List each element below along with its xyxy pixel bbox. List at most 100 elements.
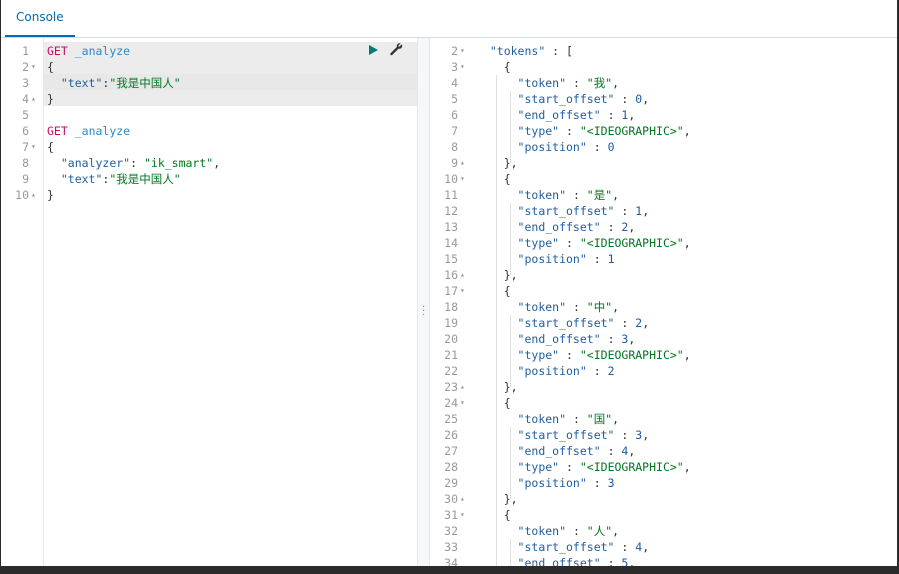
fold-toggle-icon[interactable]: ▴ xyxy=(460,267,470,283)
response-line-number: 7 xyxy=(451,124,458,138)
response-code-line: "end_offset" : 4, xyxy=(517,444,636,458)
wrench-icon[interactable] xyxy=(389,42,403,56)
response-code-line: { xyxy=(476,284,511,298)
response-line-number: 25 xyxy=(444,412,458,426)
response-line-number: 27 xyxy=(444,444,458,458)
request-line-number: 1 xyxy=(22,44,29,58)
request-code-line: GET _analyze xyxy=(47,124,131,138)
request-line-number: 7 xyxy=(22,140,29,154)
response-code-line: "end_offset" : 2, xyxy=(517,220,636,234)
response-line-number: 31 xyxy=(444,508,458,522)
response-line-number: 6 xyxy=(451,108,458,122)
response-line-number: 18 xyxy=(444,300,458,314)
request-code-line: { xyxy=(47,60,54,74)
request-code-line: GET _analyze xyxy=(47,44,131,58)
response-line-number: 29 xyxy=(444,476,458,490)
response-line-number: 34 xyxy=(444,556,458,566)
fold-toggle-icon[interactable]: ▴ xyxy=(460,491,470,507)
response-line-number: 33 xyxy=(444,540,458,554)
response-code-line: }, xyxy=(476,380,518,394)
console-window: Console 1 2 ▾ 3 4 ▴ 5 6 7 ▾ 8 9 10 ▴ GET _analyze{ "t… xyxy=(1,0,897,566)
request-code-line: } xyxy=(47,188,54,202)
response-line-number: 4 xyxy=(451,76,458,90)
pane-resizer[interactable]: · · · xyxy=(417,38,430,566)
fold-toggle-icon[interactable]: ▾ xyxy=(460,43,470,59)
fold-toggle-icon[interactable]: ▾ xyxy=(31,139,41,155)
request-line-number: 8 xyxy=(22,156,29,170)
response-gutter: 2 ▾ 3 ▾ 4 5 6 7 8 9 ▴ 10 ▾ 11 12 13 14 15 16 ▴ 17 ▾ 18 19 20 21 22… xyxy=(430,38,472,566)
request-editor[interactable]: 1 2 ▾ 3 4 ▴ 5 6 7 ▾ 8 9 10 ▴ GET _analyze{ "text":"我是… xyxy=(1,38,417,566)
response-code-line: "type" : "<IDEOGRAPHIC>", xyxy=(517,348,691,362)
request-code-line: "analyzer": "ik_smart", xyxy=(60,156,221,170)
response-code-line: }, xyxy=(476,268,518,282)
fold-toggle-icon[interactable]: ▴ xyxy=(31,187,41,203)
request-code-line: { xyxy=(47,140,54,154)
response-code-line: }, xyxy=(476,156,518,170)
vertical-dots-icon: · · · xyxy=(422,302,426,321)
response-line-number: 16 xyxy=(444,268,458,282)
response-line-number: 12 xyxy=(444,204,458,218)
response-line-number: 15 xyxy=(444,252,458,266)
response-line-number: 21 xyxy=(444,348,458,362)
play-icon[interactable] xyxy=(369,45,378,55)
fold-toggle-icon[interactable]: ▴ xyxy=(31,91,41,107)
response-code-line: "type" : "<IDEOGRAPHIC>", xyxy=(517,460,691,474)
response-code-line: "end_offset" : 5, xyxy=(517,556,636,566)
request-line-number: 10 xyxy=(15,188,29,202)
response-line-number: 26 xyxy=(444,428,458,442)
response-code-line: "start_offset" : 1, xyxy=(517,204,650,218)
response-code-line: "token" : "人", xyxy=(517,524,620,538)
response-line-number: 28 xyxy=(444,460,458,474)
fold-toggle-icon[interactable]: ▾ xyxy=(31,59,41,75)
request-gutter: 1 2 ▾ 3 4 ▴ 5 6 7 ▾ 8 9 10 ▴ xyxy=(1,38,44,566)
response-line-number: 17 xyxy=(444,284,458,298)
fold-toggle-icon[interactable]: ▾ xyxy=(460,395,470,411)
fold-toggle-icon[interactable]: ▾ xyxy=(460,283,470,299)
response-line-number: 11 xyxy=(444,188,458,202)
response-line-number: 3 xyxy=(451,60,458,74)
response-line-number: 19 xyxy=(444,316,458,330)
response-line-number: 30 xyxy=(444,492,458,506)
tab-console[interactable]: Console xyxy=(5,0,75,37)
response-line-number: 24 xyxy=(444,396,458,410)
response-line-number: 32 xyxy=(444,524,458,538)
response-code-line: "position" : 0 xyxy=(517,140,615,154)
response-code-line: "position" : 3 xyxy=(517,476,615,490)
response-code-line: "position" : 2 xyxy=(517,364,615,378)
response-code-line: }, xyxy=(476,492,518,506)
response-code-line: "token" : "我", xyxy=(517,76,620,90)
response-code-line: "token" : "国", xyxy=(517,412,620,426)
fold-toggle-icon[interactable]: ▴ xyxy=(460,379,470,395)
request-code-line: "text":"我是中国人" xyxy=(60,76,181,90)
fold-toggle-icon[interactable]: ▾ xyxy=(460,507,470,523)
response-code-line: "tokens" : [ xyxy=(489,44,573,58)
response-code-line: "start_offset" : 2, xyxy=(517,316,650,330)
request-line-number: 6 xyxy=(22,124,29,138)
request-code-line: } xyxy=(47,92,54,106)
response-line-number: 23 xyxy=(444,380,458,394)
response-code-line: "token" : "是", xyxy=(517,188,620,202)
response-line-number: 8 xyxy=(451,140,458,154)
response-code-line: { xyxy=(476,396,511,410)
response-line-number: 2 xyxy=(451,44,458,58)
response-code-line: "end_offset" : 3, xyxy=(517,332,636,346)
response-code-line: { xyxy=(476,60,511,74)
response-line-number: 9 xyxy=(451,156,458,170)
response-viewer: 2 ▾ 3 ▾ 4 5 6 7 8 9 ▴ 10 ▾ 11 12 13 14 15 16 ▴ 17 ▾ 18 19 20 21 22… xyxy=(430,38,897,566)
request-line-number: 3 xyxy=(22,76,29,90)
response-line-number: 22 xyxy=(444,364,458,378)
response-code-line: "type" : "<IDEOGRAPHIC>", xyxy=(517,236,691,250)
fold-toggle-icon[interactable]: ▴ xyxy=(460,155,470,171)
response-code-line: "token" : "中", xyxy=(517,300,620,314)
fold-toggle-icon[interactable]: ▾ xyxy=(460,171,470,187)
response-code-line: "start_offset" : 0, xyxy=(517,92,650,106)
fold-toggle-icon[interactable]: ▾ xyxy=(460,59,470,75)
response-code-line: "start_offset" : 4, xyxy=(517,540,650,554)
response-line-number: 13 xyxy=(444,220,458,234)
request-line-number: 5 xyxy=(22,108,29,122)
request-line-number: 4 xyxy=(22,92,29,106)
response-code-line: { xyxy=(476,508,511,522)
response-code-line: { xyxy=(476,172,511,186)
response-line-number: 5 xyxy=(451,92,458,106)
request-line-number: 9 xyxy=(22,172,29,186)
